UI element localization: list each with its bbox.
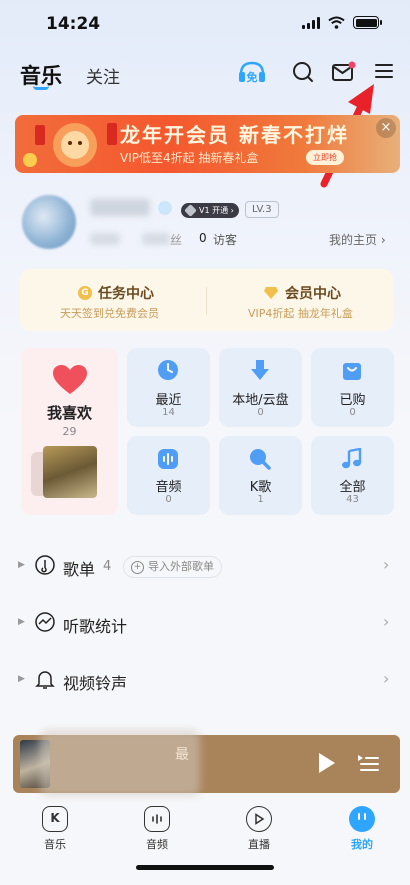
- playlists-count: 4: [103, 559, 112, 574]
- bell-icon: [35, 671, 55, 689]
- tile-karaoke-count: 1: [257, 494, 264, 505]
- import-playlist-button[interactable]: + 导入外部歌单: [123, 556, 222, 578]
- task-center-button[interactable]: G 任务中心: [78, 283, 154, 303]
- audio-icon: [158, 449, 178, 469]
- tile-recent-label: 最近: [155, 393, 182, 408]
- divider: [206, 287, 207, 315]
- tile-local-label: 本地/云盘: [232, 393, 289, 408]
- banner-cta-button[interactable]: 立即抢: [306, 150, 344, 165]
- nav-mine-icon: [349, 806, 375, 832]
- vip-center-title: 会员中心: [285, 286, 341, 302]
- tile-all-count: 43: [346, 494, 359, 505]
- nav-music-icon: K: [42, 806, 68, 832]
- stat-blurred: [90, 233, 120, 245]
- nav-mine-label: 我的: [351, 838, 373, 851]
- vip-badge[interactable]: V1 开通 ›: [181, 203, 239, 218]
- nav-live-label: 直播: [248, 838, 270, 851]
- playlists-label: 歌单: [63, 560, 96, 579]
- visitors-count[interactable]: 0: [199, 231, 207, 245]
- username-blurred: [90, 199, 150, 216]
- heart-icon: [53, 365, 87, 394]
- bag-icon: [343, 363, 361, 380]
- verified-icon: [158, 201, 172, 215]
- expand-arrow-icon[interactable]: ▶: [18, 674, 25, 684]
- diamond-icon: [264, 287, 278, 299]
- tile-audio-count: 0: [165, 494, 172, 505]
- favorites-cover-image: [43, 446, 97, 498]
- video-ringtone-label: 视频铃声: [63, 674, 128, 693]
- vip-badge-text: V1 开通 ›: [199, 206, 234, 215]
- status-icons: [302, 16, 382, 29]
- music-note-icon: [342, 448, 362, 469]
- nav-audio-icon: [144, 806, 170, 832]
- tile-purchased-count: 0: [349, 407, 356, 418]
- battery-icon: [353, 16, 382, 29]
- banner-title: 龙年开会员 新春不打烊: [120, 123, 349, 147]
- tile-purchased-label: 已购: [339, 393, 366, 408]
- clock-icon: [158, 360, 178, 380]
- vip-center-subtitle: VIP4折起 抽龙年礼盒: [248, 307, 353, 320]
- tab-follow[interactable]: 关注: [86, 63, 120, 88]
- playlist-queue-icon[interactable]: [357, 753, 379, 773]
- favorites-label: 我喜欢: [46, 404, 92, 422]
- download-icon: [251, 360, 269, 380]
- nav-music-label: 音乐: [44, 838, 66, 851]
- coin-icon: G: [78, 286, 92, 300]
- nav-live[interactable]: 直播: [229, 806, 289, 852]
- free-listen-icon[interactable]: 免: [237, 60, 267, 86]
- tile-karaoke-label: K歌: [249, 480, 272, 495]
- list-item-listening-stats[interactable]: [0, 595, 410, 651]
- chevron-right-icon[interactable]: ›: [383, 612, 389, 631]
- level-badge: LV.3: [245, 201, 279, 218]
- nav-mine[interactable]: 我的: [332, 806, 392, 852]
- fans-label: 丝: [170, 233, 183, 247]
- stat-blurred: [142, 233, 170, 245]
- my-homepage-link[interactable]: 我的主页 ›: [329, 231, 386, 248]
- status-time: 14:24: [46, 14, 101, 34]
- listening-stats-label: 听歌统计: [63, 617, 128, 636]
- banner-subtitle: VIP低至4折起 抽新春礼盒: [120, 151, 259, 165]
- diamond-icon: [184, 204, 197, 217]
- mic-icon: [250, 449, 271, 470]
- import-icon: +: [131, 561, 144, 574]
- signal-icon: [302, 16, 320, 29]
- avatar[interactable]: [22, 195, 76, 249]
- stats-icon: [35, 612, 55, 632]
- free-badge-text: 免: [247, 70, 258, 84]
- visitors-label[interactable]: 访客: [213, 231, 237, 248]
- task-center-title: 任务中心: [98, 286, 154, 302]
- home-indicator: [136, 865, 274, 870]
- favorites-count: 29: [62, 425, 77, 438]
- nav-audio[interactable]: 音频: [127, 806, 187, 852]
- nav-audio-label: 音频: [146, 838, 168, 851]
- chevron-right-icon[interactable]: ›: [383, 669, 389, 688]
- tile-local-count: 0: [257, 407, 264, 418]
- task-center-subtitle: 天天签到兑免费会员: [60, 307, 159, 320]
- dragon-illustration: [23, 123, 117, 167]
- wifi-icon: [328, 16, 345, 29]
- expand-arrow-icon[interactable]: ▶: [18, 617, 25, 627]
- playlist-icon: [35, 555, 55, 575]
- tab-active-indicator: [33, 86, 49, 90]
- tile-all-label: 全部: [339, 480, 366, 495]
- expand-arrow-icon[interactable]: ▶: [18, 560, 25, 570]
- list-item-video-ringtone[interactable]: [0, 652, 410, 708]
- chevron-right-icon[interactable]: ›: [383, 555, 389, 574]
- nav-music[interactable]: K 音乐: [25, 806, 85, 852]
- banner-close-icon[interactable]: ×: [376, 118, 396, 138]
- import-playlist-label: 导入外部歌单: [148, 560, 214, 573]
- cover-stack-shadow: [31, 452, 43, 496]
- vip-center-button[interactable]: 会员中心: [263, 283, 341, 303]
- tile-recent-count: 14: [162, 407, 175, 418]
- play-icon[interactable]: [317, 752, 337, 774]
- player-title: 最: [175, 747, 189, 763]
- tile-audio-label: 音频: [155, 480, 182, 495]
- nav-live-icon: [246, 806, 272, 832]
